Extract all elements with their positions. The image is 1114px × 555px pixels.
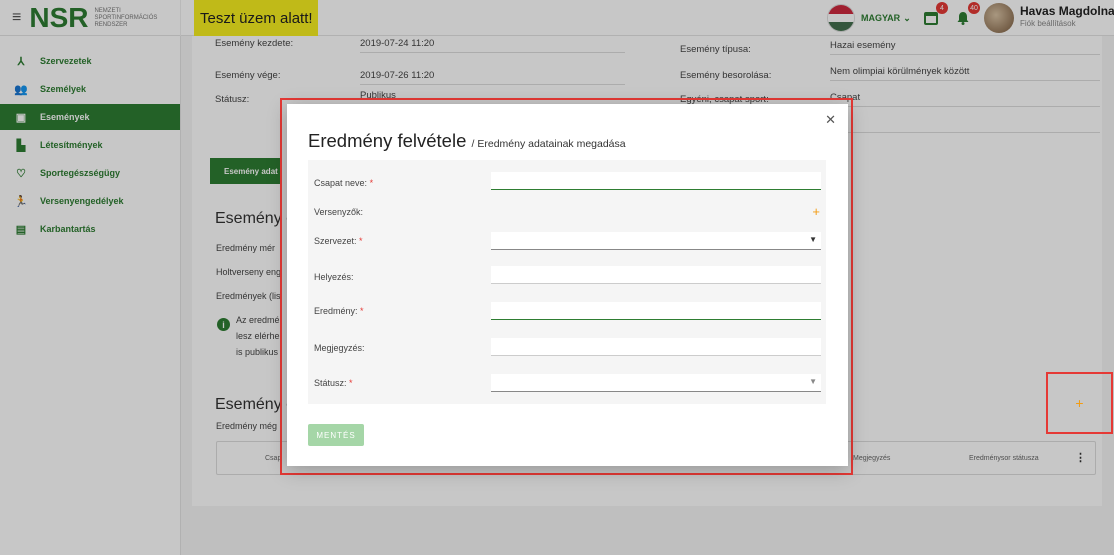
plus-icon: + (1075, 395, 1084, 411)
placement-input[interactable] (491, 266, 821, 284)
result-label: Eredmény: * (314, 306, 364, 316)
result-form: Csapat neve: * Versenyzők: + Szervezet: … (308, 160, 826, 404)
add-result-dialog: ✕ Eredmény felvétele / Eredmény adataina… (287, 104, 848, 466)
placement-label: Helyezés: (314, 272, 354, 282)
add-competitor-plus-icon[interactable]: + (812, 204, 820, 219)
organization-select[interactable]: ▼ (491, 232, 821, 250)
dropdown-arrow-icon: ▼ (809, 235, 817, 244)
status-label: Státusz: * (314, 378, 353, 388)
organization-label: Szervezet: * (314, 236, 363, 246)
team-name-input[interactable] (491, 172, 821, 190)
status-select[interactable]: ▼ (491, 374, 821, 392)
dialog-title: Eredmény felvétele / Eredmény adatainak … (308, 130, 626, 152)
add-result-button[interactable]: + (1046, 372, 1113, 434)
result-input[interactable] (491, 302, 821, 320)
dropdown-arrow-icon: ▼ (809, 377, 817, 386)
close-icon[interactable]: ✕ (825, 112, 836, 128)
note-input[interactable] (491, 338, 821, 356)
competitors-label: Versenyzők: (314, 207, 364, 217)
note-label: Megjegyzés: (314, 343, 365, 353)
dialog-subtitle: / Eredmény adatainak megadása (471, 138, 626, 150)
save-button[interactable]: MENTÉS (308, 424, 364, 446)
dialog-title-main: Eredmény felvétele (308, 130, 467, 151)
team-name-label: Csapat neve: * (314, 178, 374, 188)
